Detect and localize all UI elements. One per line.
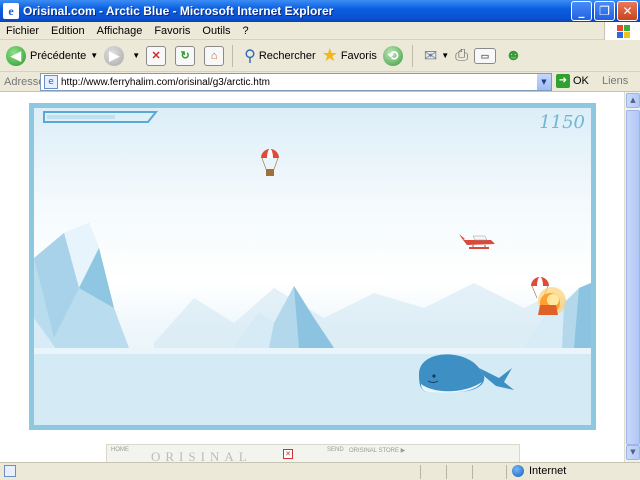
back-button[interactable]: ◀ Précédente ▼ <box>6 45 99 66</box>
ie-icon: e <box>3 3 19 19</box>
security-zone: Internet <box>512 465 566 477</box>
menu-view[interactable]: Affichage <box>91 25 149 37</box>
favorites-label: Favoris <box>340 49 377 62</box>
chevron-down-icon: ▼ <box>132 51 141 60</box>
windows-logo-icon <box>604 22 640 40</box>
chevron-down-icon: ▼ <box>441 51 450 60</box>
page-status-icon <box>4 465 16 477</box>
status-divider <box>506 465 507 479</box>
scroll-up-button[interactable]: ▲ <box>626 93 640 108</box>
page-icon: e <box>44 75 58 89</box>
broken-image-icon: ✕ <box>283 449 293 459</box>
menu-tools[interactable]: Outils <box>196 25 236 37</box>
window-controls: _ ❐ ✕ <box>571 1 638 21</box>
print-button[interactable]: ⎙ <box>455 47 468 65</box>
messenger-icon: ☻ <box>505 46 522 64</box>
address-input[interactable]: e http://www.ferryhalim.com/orisinal/g3/… <box>40 73 552 91</box>
stop-icon: ✕ <box>146 45 167 66</box>
game-scene <box>34 111 591 425</box>
iceberg-left <box>34 223 129 358</box>
go-button[interactable]: ➜ OK <box>556 74 589 88</box>
scroll-thumb[interactable] <box>626 110 640 445</box>
edit-icon: ▭ <box>474 47 497 64</box>
power-meter <box>43 111 159 123</box>
status-divider <box>472 465 473 479</box>
back-label: Précédente <box>30 49 87 62</box>
search-button[interactable]: ⚲ Rechercher <box>244 46 316 66</box>
score-display: 1150 <box>539 112 585 133</box>
maximize-button[interactable]: ❐ <box>594 1 615 21</box>
background-icebergs <box>154 283 591 348</box>
fire-explosion <box>538 287 566 315</box>
globe-icon <box>512 465 524 477</box>
refresh-icon: ↻ <box>175 45 196 66</box>
status-divider <box>420 465 421 479</box>
home-icon: ⌂ <box>204 45 225 66</box>
status-divider <box>446 465 447 479</box>
scroll-down-button[interactable]: ▼ <box>626 445 640 460</box>
orisinal-banner: HOME ORISINAL ✕ SEND ORISINAL STORE ▶ <box>106 444 520 462</box>
history-button[interactable]: ⟲ <box>382 45 407 66</box>
mail-icon: ✉ <box>423 47 438 65</box>
address-bar: Adresse e http://www.ferryhalim.com/oris… <box>0 72 640 92</box>
history-icon: ⟲ <box>382 45 403 66</box>
menu-favorites[interactable]: Favoris <box>148 25 196 37</box>
status-bar: Internet <box>0 462 640 480</box>
parachute-crate <box>261 149 279 176</box>
edit-button[interactable]: ▭ <box>474 47 499 64</box>
menu-edit[interactable]: Edition <box>45 25 91 37</box>
menu-bar: Fichier Edition Affichage Favoris Outils… <box>0 22 640 40</box>
home-button[interactable]: ⌂ <box>204 45 227 66</box>
toolbar-divider <box>232 44 234 67</box>
star-icon: ★ <box>321 45 338 65</box>
stop-button[interactable]: ✕ <box>146 45 169 66</box>
send-link[interactable]: SEND <box>327 447 344 453</box>
menu-help[interactable]: ? <box>237 25 255 37</box>
vertical-scrollbar[interactable]: ▲ ▼ <box>624 92 640 462</box>
title-bar: e Orisinal.com - Arctic Blue - Microsoft… <box>0 0 640 22</box>
game-canvas[interactable]: 1150 <box>29 103 596 430</box>
store-link[interactable]: ORISINAL STORE ▶ <box>349 447 405 454</box>
messenger-button[interactable]: ☻ <box>505 47 522 65</box>
chevron-down-icon: ▼ <box>90 51 99 60</box>
favorites-button[interactable]: ★ Favoris <box>322 45 377 66</box>
links-button[interactable]: Liens <box>602 75 628 87</box>
home-link[interactable]: HOME <box>111 447 129 453</box>
refresh-button[interactable]: ↻ <box>175 45 198 66</box>
address-label: Adresse <box>4 75 45 88</box>
mail-button[interactable]: ✉ ▼ <box>424 46 449 66</box>
toolbar-divider <box>411 44 413 67</box>
go-arrow-icon: ➜ <box>556 74 570 88</box>
address-url: http://www.ferryhalim.com/orisinal/g3/ar… <box>61 76 270 88</box>
address-dropdown-button[interactable]: ▼ <box>537 74 551 90</box>
forward-arrow-icon: ▶ <box>104 45 125 66</box>
window-title: Orisinal.com - Arctic Blue - Microsoft I… <box>23 4 334 18</box>
zone-label: Internet <box>529 465 567 477</box>
orisinal-logo: ORISINAL <box>151 449 252 462</box>
menu-file[interactable]: Fichier <box>0 25 45 37</box>
search-label: Rechercher <box>258 49 316 62</box>
search-icon: ⚲ <box>244 47 256 65</box>
printer-icon: ⎙ <box>455 46 469 64</box>
seaplane <box>459 234 495 249</box>
toolbar: ◀ Précédente ▼ ▶ ▼ ✕ ↻ ⌂ ⚲ Rechercher ★ … <box>0 40 640 72</box>
forward-button[interactable]: ▶ ▼ <box>104 45 141 66</box>
back-arrow-icon: ◀ <box>6 45 26 66</box>
close-button[interactable]: ✕ <box>617 1 638 21</box>
page-content: 1150 HOME ORISINAL ✕ SEND ORISINAL STORE… <box>0 92 624 462</box>
go-label: OK <box>573 75 589 87</box>
minimize-button[interactable]: _ <box>571 1 592 21</box>
